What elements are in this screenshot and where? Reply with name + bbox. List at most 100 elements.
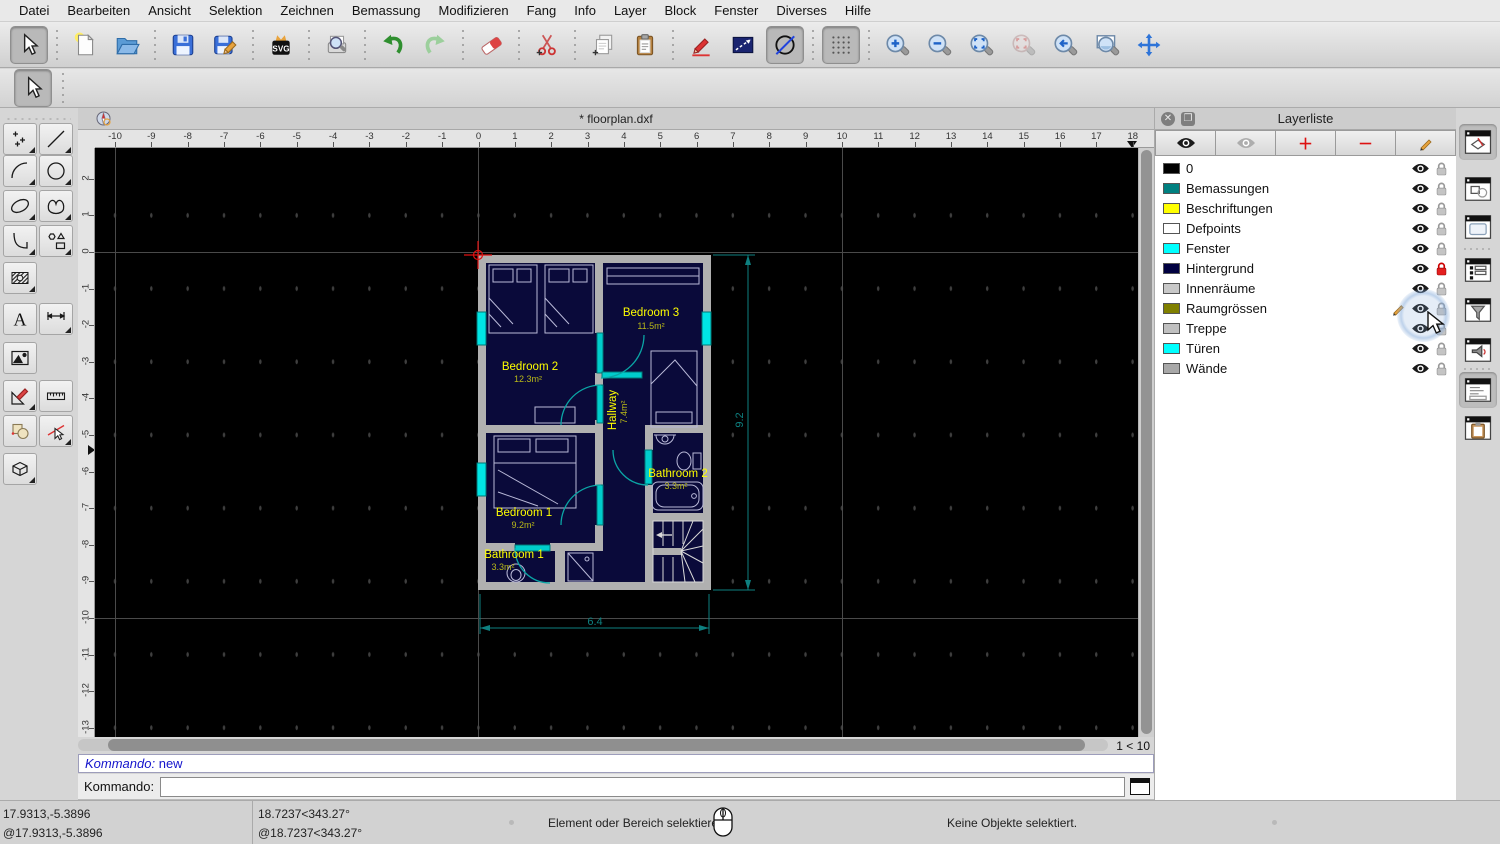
menu-item-ansicht[interactable]: Ansicht <box>139 3 200 18</box>
panel-toggle-property-editor-button[interactable] <box>1459 209 1497 245</box>
layer-lock-toggle[interactable] <box>1435 361 1448 376</box>
layer-visibility-toggle[interactable] <box>1411 302 1430 315</box>
layer-row-raumgr-ssen[interactable]: Raumgrössen <box>1155 298 1456 318</box>
layer-lock-toggle[interactable] <box>1435 161 1448 176</box>
layer-visibility-toggle[interactable] <box>1411 182 1430 195</box>
tool-text-button[interactable]: A <box>3 303 37 335</box>
save-button[interactable] <box>164 26 202 64</box>
layer-color-swatch[interactable] <box>1163 202 1180 214</box>
menu-item-bearbeiten[interactable]: Bearbeiten <box>58 3 139 18</box>
zoom-selection-button[interactable] <box>1004 26 1042 64</box>
layer-visibility-toggle[interactable] <box>1411 342 1430 355</box>
zoom-window-button[interactable] <box>1088 26 1126 64</box>
drawing-canvas[interactable]: Bedroom 2 12.3m² Bedroom 3 11.5m² Bedroo… <box>95 148 1138 737</box>
paste-button[interactable] <box>626 26 664 64</box>
svg-export-button[interactable]: SVG <box>262 26 300 64</box>
add-layer-button[interactable]: ＋ <box>1276 130 1336 156</box>
tool-arc-button[interactable] <box>3 155 37 187</box>
grid-toggle-button[interactable] <box>822 25 860 64</box>
zoom-pan-button[interactable] <box>1130 26 1168 64</box>
tool-blocks-button[interactable] <box>3 415 37 447</box>
zoom-previous-button[interactable] <box>1046 26 1084 64</box>
save-as-button[interactable] <box>206 26 244 64</box>
layer-row-bemassungen[interactable]: Bemassungen <box>1155 178 1456 198</box>
menu-item-bemassung[interactable]: Bemassung <box>343 3 430 18</box>
close-panel-icon[interactable]: ✕ <box>1161 111 1175 126</box>
delete-button[interactable] <box>472 26 510 64</box>
menu-item-block[interactable]: Block <box>655 3 705 18</box>
layer-row-t-ren[interactable]: Türen <box>1155 338 1456 358</box>
layer-row-w-nde[interactable]: Wände <box>1155 358 1456 378</box>
tool-measure-button[interactable] <box>39 380 73 412</box>
cut-button[interactable] <box>528 26 566 64</box>
layer-color-swatch[interactable] <box>1163 182 1180 194</box>
print-preview-button[interactable] <box>318 26 356 64</box>
tool-polyline-button[interactable] <box>3 225 37 257</box>
layer-row-0[interactable]: 0 <box>1155 158 1456 178</box>
layer-row-defpoints[interactable]: Defpoints <box>1155 218 1456 238</box>
open-file-button[interactable] <box>108 26 146 64</box>
tool-shapes-button[interactable] <box>39 225 73 257</box>
undo-button[interactable] <box>374 26 412 64</box>
panel-toggle-selection-filter-button[interactable] <box>1459 292 1497 328</box>
restriction-off-button[interactable] <box>766 25 804 64</box>
tool-select-button[interactable] <box>39 415 73 447</box>
layer-visibility-toggle[interactable] <box>1411 282 1430 295</box>
layer-visibility-toggle[interactable] <box>1411 202 1430 215</box>
layer-lock-toggle[interactable] <box>1435 301 1448 316</box>
zoom-auto-button[interactable] <box>962 26 1000 64</box>
layer-visibility-toggle[interactable] <box>1411 242 1430 255</box>
horizontal-scrollbar-thumb[interactable] <box>108 739 1085 751</box>
panel-toggle-command-line-button[interactable] <box>1459 372 1497 408</box>
panel-toggle-block-list-button[interactable] <box>1459 171 1497 207</box>
document-titlebar[interactable]: * floorplan.dxf <box>78 108 1154 130</box>
layer-lock-toggle[interactable] <box>1435 281 1448 296</box>
layer-color-swatch[interactable] <box>1163 262 1180 274</box>
tool-solid-button[interactable] <box>3 453 37 485</box>
command-input[interactable] <box>160 776 1125 797</box>
layer-lock-toggle[interactable] <box>1435 221 1448 236</box>
tool-circle-button[interactable] <box>39 155 73 187</box>
layer-row-beschriftungen[interactable]: Beschriftungen <box>1155 198 1456 218</box>
palette-drag-handle[interactable] <box>5 117 71 121</box>
layer-panel-header[interactable]: Layerliste ✕ ❐ <box>1155 108 1456 130</box>
layer-lock-toggle[interactable] <box>1435 261 1448 276</box>
menu-item-fang[interactable]: Fang <box>518 3 566 18</box>
layer-visibility-toggle[interactable] <box>1411 262 1430 275</box>
layer-visibility-toggle[interactable] <box>1411 162 1430 175</box>
layer-color-swatch[interactable] <box>1163 242 1180 254</box>
layer-lock-toggle[interactable] <box>1435 341 1448 356</box>
layer-color-swatch[interactable] <box>1163 162 1180 174</box>
show-all-layers-button[interactable] <box>1155 130 1216 156</box>
layer-row-treppe[interactable]: Treppe <box>1155 318 1456 338</box>
tool-dimension-button[interactable] <box>39 303 73 335</box>
pointer-button[interactable] <box>10 25 48 64</box>
layer-color-swatch[interactable] <box>1163 282 1180 294</box>
tool-spline-button[interactable] <box>39 190 73 222</box>
zoom-out-button[interactable] <box>920 26 958 64</box>
panel-toggle-command-history-button[interactable] <box>1459 332 1497 368</box>
panel-toggle-clipboard-button[interactable] <box>1459 410 1497 446</box>
tool-points-button[interactable] <box>3 123 37 155</box>
tool-image-button[interactable] <box>3 342 37 374</box>
menu-item-fenster[interactable]: Fenster <box>705 3 767 18</box>
layer-row-innenr-ume[interactable]: Innenräume <box>1155 278 1456 298</box>
selection-pointer-button[interactable] <box>14 69 52 107</box>
layer-visibility-toggle[interactable] <box>1411 322 1430 335</box>
tool-line-button[interactable] <box>39 123 73 155</box>
edit-layer-button[interactable] <box>1396 130 1456 156</box>
scale-reference-button[interactable] <box>724 26 762 64</box>
menu-item-hilfe[interactable]: Hilfe <box>836 3 880 18</box>
tool-ellipse-button[interactable] <box>3 190 37 222</box>
layer-visibility-toggle[interactable] <box>1411 222 1430 235</box>
layer-color-swatch[interactable] <box>1163 362 1180 374</box>
new-file-button[interactable] <box>66 26 104 64</box>
layer-color-swatch[interactable] <box>1163 342 1180 354</box>
layer-color-swatch[interactable] <box>1163 302 1180 314</box>
copy-button[interactable] <box>584 26 622 64</box>
layer-lock-toggle[interactable] <box>1435 201 1448 216</box>
tool-modify-button[interactable] <box>3 380 37 412</box>
layer-lock-toggle[interactable] <box>1435 181 1448 196</box>
menu-item-diverses[interactable]: Diverses <box>767 3 836 18</box>
layer-lock-toggle[interactable] <box>1435 321 1448 336</box>
